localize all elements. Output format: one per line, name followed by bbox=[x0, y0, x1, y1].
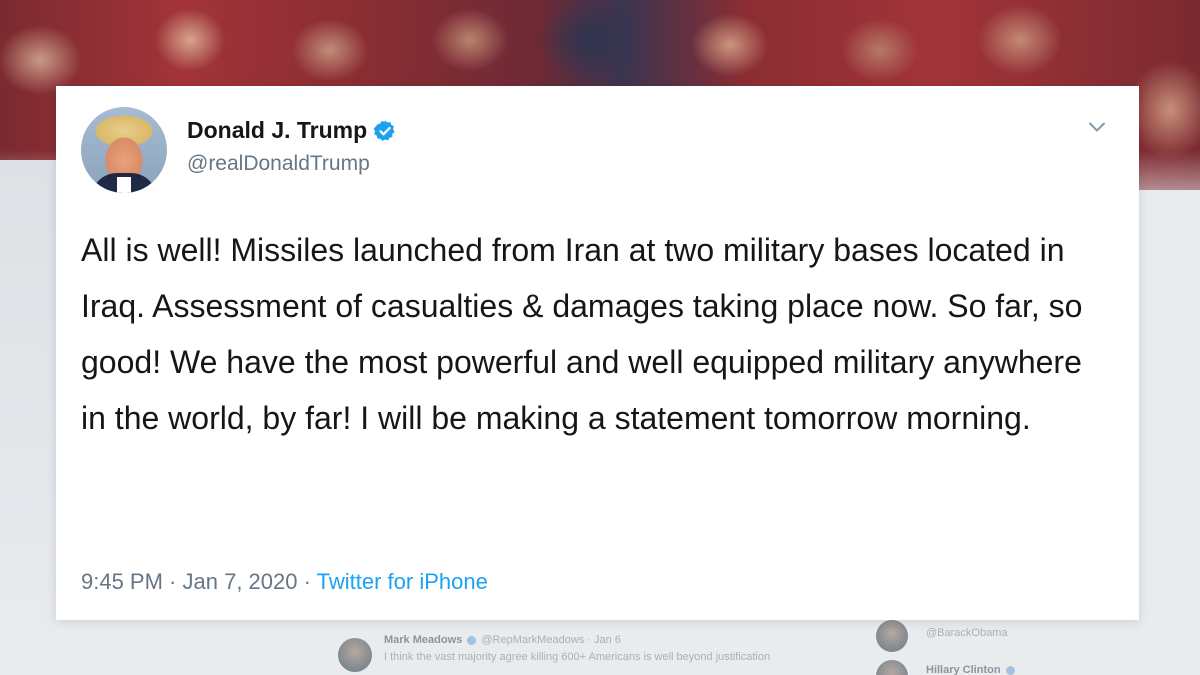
tweet-date[interactable]: Jan 7, 2020 bbox=[183, 569, 298, 594]
background-verified-icon bbox=[1005, 665, 1015, 675]
background-tweet-handle: @RepMarkMeadows · Jan 6 bbox=[481, 634, 621, 646]
tweet-source-link[interactable]: Twitter for iPhone bbox=[317, 569, 488, 594]
meta-separator: · bbox=[162, 569, 183, 594]
tweet-text: All is well! Missiles launched from Iran… bbox=[81, 232, 1083, 436]
background-avatar bbox=[338, 638, 372, 672]
chevron-down-icon[interactable] bbox=[1084, 114, 1110, 140]
author-name-line: Donald J. Trump bbox=[187, 117, 397, 144]
tweet-card: Donald J. Trump @realDonaldTrump All is … bbox=[56, 86, 1139, 620]
background-verified-icon bbox=[467, 635, 477, 645]
background-tweet-name: Hillary Clinton bbox=[926, 664, 1001, 675]
author-handle[interactable]: @realDonaldTrump bbox=[187, 152, 370, 176]
author-display-name[interactable]: Donald J. Trump bbox=[187, 117, 367, 144]
avatar-shirt bbox=[117, 177, 131, 193]
background-avatar bbox=[876, 660, 908, 675]
tweet-time[interactable]: 9:45 PM bbox=[81, 569, 163, 594]
background-tweet-text: I think the vast majority agree killing … bbox=[384, 651, 771, 663]
background-tweets: Mark Meadows @RepMarkMeadows · Jan 6 I t… bbox=[320, 620, 1200, 675]
background-name-3: Hillary Clinton bbox=[926, 664, 1017, 675]
tweet-metadata: 9:45 PM · Jan 7, 2020 · Twitter for iPho… bbox=[81, 569, 488, 595]
profile-avatar[interactable] bbox=[81, 107, 167, 193]
verified-badge-icon bbox=[373, 119, 397, 143]
background-tweet-header: Mark Meadows @RepMarkMeadows · Jan 6 bbox=[384, 634, 621, 646]
background-handle-2: @BarackObama bbox=[926, 627, 1008, 639]
meta-separator: · bbox=[297, 569, 317, 594]
background-tweet-name: Mark Meadows bbox=[384, 634, 463, 646]
background-avatar bbox=[876, 620, 908, 652]
background-left-strip bbox=[0, 160, 56, 675]
